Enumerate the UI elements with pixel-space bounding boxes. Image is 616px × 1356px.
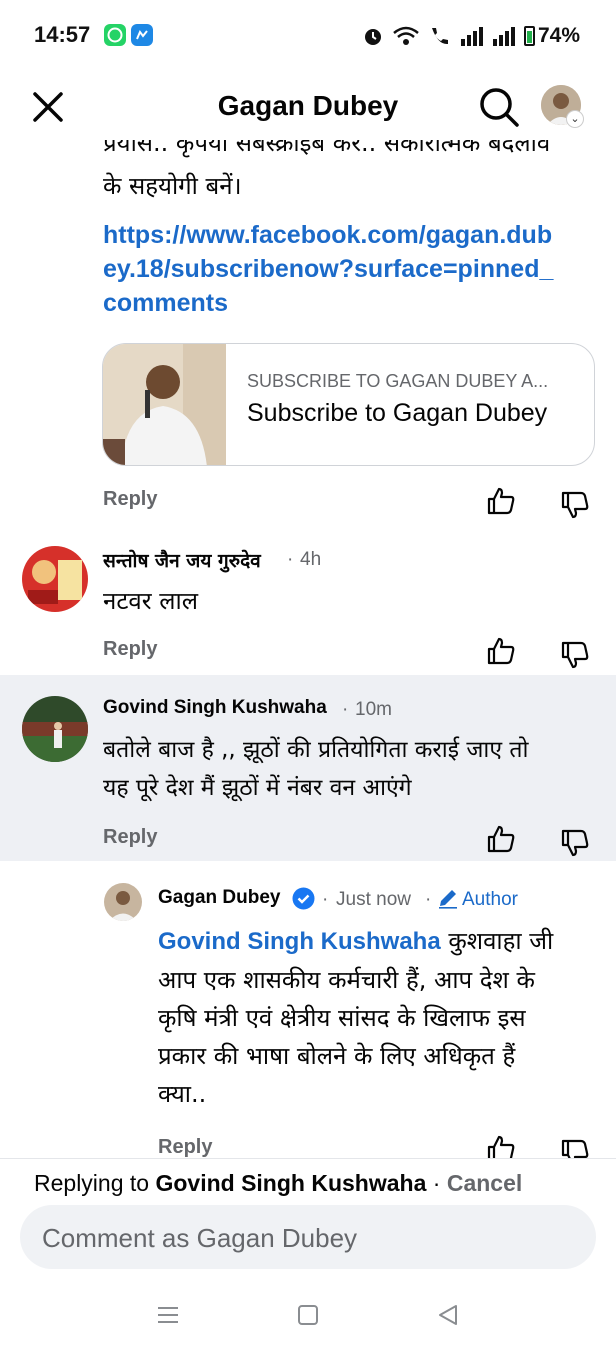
reply-time: Just now	[336, 889, 411, 910]
reply-text-line: कृषि मंत्री एवं क्षेत्रीय सांसद के खिलाफ…	[158, 1004, 526, 1032]
author-badge: Author	[462, 889, 518, 910]
replying-prefix: Replying to	[34, 1170, 150, 1196]
post-text-line: के सहयोगी बनें।	[103, 172, 242, 200]
comment-separator: ·	[342, 699, 349, 720]
reply-separator: ·	[322, 889, 329, 910]
reply-button[interactable]: Reply	[103, 638, 157, 661]
reply-text-line: कुशवाहा जी	[440, 927, 554, 955]
post-text: प्रयास.. कृपया सबस्क्राइब करें.. सकारात्…	[103, 140, 598, 204]
post-text-line: प्रयास.. कृपया सबस्क्राइब करें.. सकारात्…	[103, 140, 551, 157]
comment-text: बतोले बाज है ,, झूठों की प्रतियोगिता करा…	[103, 731, 608, 807]
pencil-icon	[439, 890, 457, 909]
mention-link[interactable]: Govind Singh Kushwaha	[158, 928, 441, 955]
reply-author[interactable]: Gagan Dubey	[158, 887, 280, 909]
subscribe-eyebrow: SUBSCRIBE TO GAGAN DUBEY A...	[247, 371, 549, 391]
reply-separator: ·	[425, 889, 432, 910]
signal-icon	[492, 27, 515, 46]
alarm-icon	[364, 29, 381, 45]
comment-author[interactable]: सन्तोष जैन जय गुरुदेव	[103, 547, 261, 573]
page-title: Gagan Dubey	[217, 90, 399, 121]
comment-time: 4h	[300, 549, 322, 570]
avatar[interactable]	[22, 546, 88, 612]
messenger-icon	[131, 24, 153, 46]
home-icon[interactable]	[296, 1303, 320, 1327]
comment-box[interactable]	[20, 1205, 596, 1271]
like-icon[interactable]	[486, 636, 516, 666]
search-icon[interactable]	[478, 86, 520, 128]
dislike-icon[interactable]	[560, 828, 590, 858]
battery-percent: 74%	[537, 24, 580, 47]
subscribe-thumbnail	[103, 344, 226, 465]
reply-button[interactable]: Reply	[103, 488, 157, 511]
reply-button[interactable]: Reply	[103, 826, 157, 849]
wifi-icon	[393, 26, 419, 45]
comment-text-line: बतोले बाज है ,, झूठों की प्रतियोगिता करा…	[103, 737, 529, 763]
reply-button[interactable]: Reply	[158, 1136, 212, 1159]
subscribe-card[interactable]: SUBSCRIBE TO GAGAN DUBEY A... Subscribe …	[102, 343, 595, 466]
avatar[interactable]	[22, 696, 88, 762]
reply-text: Govind Singh Kushwaha कुशवाहा जी आप एक श…	[158, 922, 608, 1113]
comment-time: 10m	[355, 699, 392, 720]
comment-input[interactable]	[40, 1205, 564, 1271]
signal-icon	[460, 27, 483, 46]
comment-separator: ·	[287, 549, 294, 570]
comment-text: नटवर लाल	[103, 587, 198, 615]
battery-indicator: 74%	[523, 24, 580, 48]
replying-to-label: Replying to Govind Singh Kushwaha · Canc…	[34, 1170, 522, 1197]
comment-text-line: यह पूरे देश मैं झूठों में नंबर वन आएंगे	[103, 775, 412, 801]
menu-icon[interactable]	[156, 1303, 180, 1327]
post-link[interactable]: https://www.facebook.com/gagan.dubey.18/…	[103, 218, 563, 320]
dislike-icon[interactable]	[560, 640, 590, 670]
comment-author[interactable]: Govind Singh Kushwaha	[103, 697, 327, 719]
avatar[interactable]	[104, 883, 142, 921]
like-icon[interactable]	[486, 824, 516, 854]
subscribe-title: Subscribe to Gagan Dubey	[247, 399, 548, 427]
verified-badge-icon	[292, 887, 315, 910]
back-icon[interactable]	[436, 1303, 460, 1327]
battery-icon	[523, 26, 535, 46]
reply-text-line: प्रकार की भाषा बोलने के लिए अधिकृत हैं	[158, 1042, 516, 1070]
replying-separator: ·	[426, 1170, 447, 1196]
status-time: 14:57	[34, 22, 91, 47]
dislike-icon[interactable]	[560, 490, 590, 520]
chevron-down-icon[interactable]: ⌄	[566, 110, 584, 128]
reply-text-line: आप एक शासकीय कर्मचारी हैं, आप देश के	[158, 966, 535, 994]
call-icon	[431, 28, 448, 45]
like-icon[interactable]	[486, 486, 516, 516]
reply-text-line: क्या..	[158, 1080, 207, 1108]
whatsapp-icon	[104, 24, 126, 46]
replying-to-name: Govind Singh Kushwaha	[155, 1170, 427, 1196]
status-right: 74%	[362, 24, 580, 48]
cancel-reply-button[interactable]: Cancel	[447, 1170, 522, 1196]
